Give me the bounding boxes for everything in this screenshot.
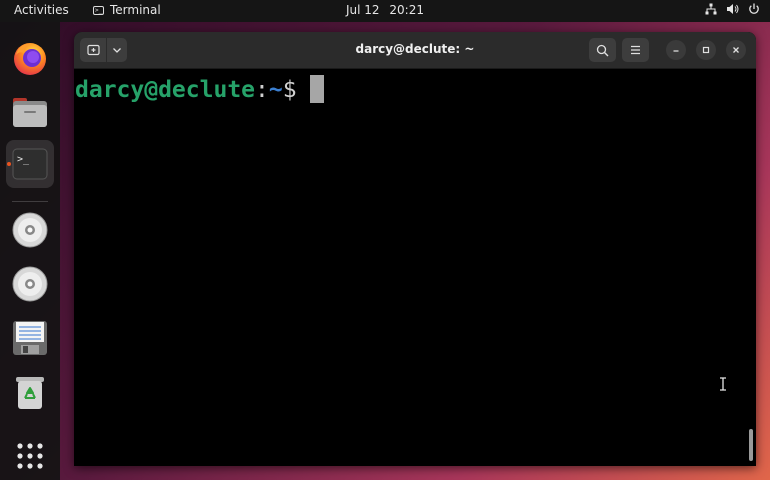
- maximize-icon: [702, 46, 710, 54]
- dock-disc-2[interactable]: [6, 260, 54, 308]
- volume-icon: [727, 4, 739, 14]
- firefox-icon: [14, 43, 46, 75]
- maximize-button[interactable]: [696, 40, 716, 60]
- svg-text:>_: >_: [17, 154, 30, 165]
- trash-icon: [16, 377, 44, 409]
- title-bar[interactable]: darcy@declute: ~: [74, 32, 756, 69]
- system-tray[interactable]: [705, 3, 760, 15]
- search-button[interactable]: [589, 38, 616, 62]
- dock-trash[interactable]: [6, 368, 54, 416]
- dock-firefox[interactable]: [6, 34, 54, 82]
- hamburger-menu-icon: [631, 45, 640, 55]
- terminal-window: darcy@declute: ~ darcy@declute:~$: [74, 32, 756, 466]
- dock-floppy[interactable]: [6, 314, 54, 362]
- folder-icon: [13, 98, 47, 127]
- minimize-icon: [673, 50, 679, 52]
- close-icon: [733, 47, 739, 53]
- dock: >_: [0, 22, 60, 480]
- dock-terminal[interactable]: >_: [6, 140, 54, 188]
- clock-time: 20:21: [389, 3, 424, 17]
- prompt-user-host: darcy@declute: [75, 77, 256, 103]
- shell-prompt: darcy@declute:~$: [75, 75, 325, 103]
- clock[interactable]: Jul 12 20:21: [0, 3, 770, 17]
- prompt-path: ~: [268, 77, 283, 103]
- app-grid-icon: [17, 443, 43, 469]
- optical-disc-icon: [12, 212, 48, 248]
- search-icon: [596, 44, 609, 56]
- dock-files[interactable]: [6, 88, 54, 136]
- terminal-output[interactable]: darcy@declute:~$: [74, 69, 756, 466]
- ibeam-cursor-icon: [720, 377, 726, 391]
- main-menu-button[interactable]: [622, 38, 649, 62]
- dock-disc-1[interactable]: [6, 206, 54, 254]
- prompt-separator: :: [255, 77, 269, 103]
- prompt-symbol: $: [282, 77, 297, 103]
- clock-date: Jul 12: [346, 3, 380, 17]
- running-indicator: [7, 162, 11, 166]
- network-icon: [705, 3, 717, 15]
- dock-separator: [12, 201, 48, 202]
- floppy-disk-icon: [13, 321, 47, 355]
- window-title: darcy@declute: ~: [355, 42, 475, 56]
- show-apps-button[interactable]: [6, 432, 54, 480]
- optical-disc-icon: [12, 266, 48, 302]
- terminal-icon: >_: [12, 148, 48, 180]
- close-button[interactable]: [726, 40, 746, 60]
- minimize-button[interactable]: [666, 40, 686, 60]
- desktop: Activities >_ Terminal Jul 12 20:21 >_ d…: [0, 0, 770, 480]
- top-bar: Activities >_ Terminal Jul 12 20:21: [0, 0, 770, 22]
- scrollbar[interactable]: [749, 429, 753, 461]
- text-cursor: [310, 75, 325, 103]
- power-icon: [749, 3, 759, 14]
